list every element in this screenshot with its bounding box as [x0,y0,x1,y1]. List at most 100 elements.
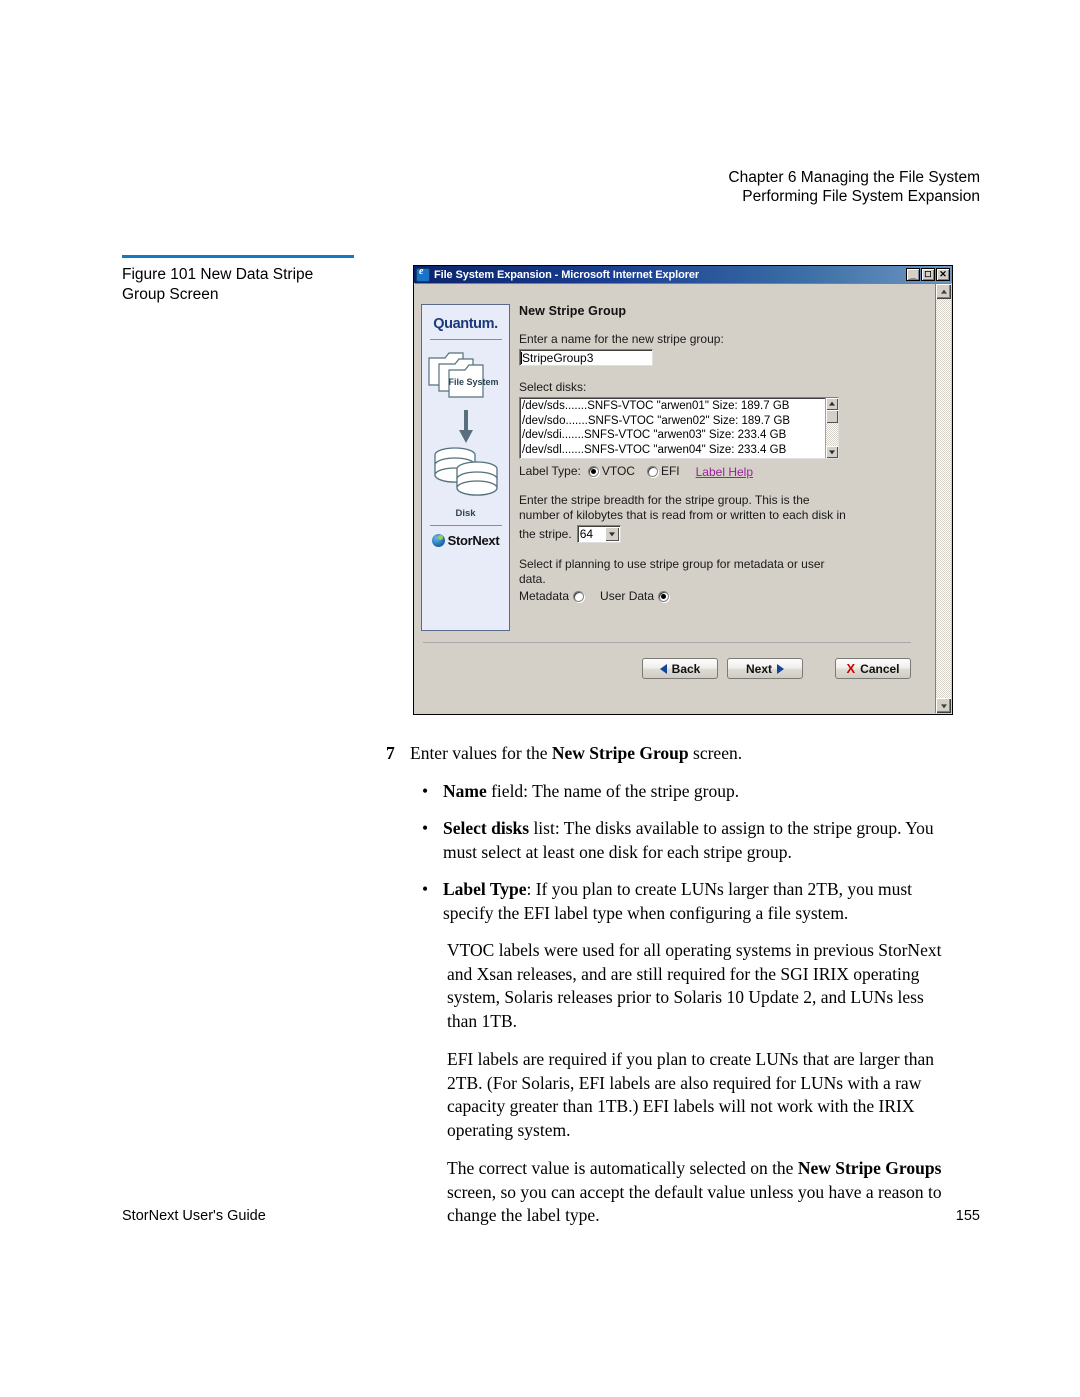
internet-explorer-icon [416,266,430,282]
bullet-bold: Label Type [443,879,527,899]
scroll-up-arrow-icon[interactable] [826,398,838,410]
bullet-dot-icon: • [422,879,429,899]
label-type-efi-radio[interactable] [646,466,658,477]
next-arrow-icon [777,663,784,674]
bullet-dot-icon: • [422,818,429,838]
window-client-area: Quantum. File System Disk StorNext New S… [415,283,951,713]
cancel-button[interactable]: X Cancel [835,658,911,679]
breadth-description-line-2: number of kilobytes that is read from or… [519,508,846,522]
window-titlebar[interactable]: File System Expansion - Microsoft Intern… [414,266,952,283]
stripe-group-form: New Stripe Group Enter a name for the ne… [519,304,927,604]
stornext-logo: StorNext [431,533,500,548]
minimize-button[interactable]: _ [906,268,920,281]
quantum-logo: Quantum. [433,316,498,332]
bullet-item: • Select disks list: The disks available… [422,817,956,864]
bullet-item: • Label Type: If you plan to create LUNs… [422,878,956,925]
paragraph-3-bold: New Stripe Groups [797,1158,942,1178]
stripe-group-name-value: StripeGroup3 [522,351,594,365]
step-text-bold: New Stripe Group [551,743,689,763]
dialog-button-row: Back Next X Cancel [415,658,911,679]
metadata-radio[interactable] [573,591,585,602]
down-arrow-icon [458,410,473,444]
bullet-item: • Name field: The name of the stripe gro… [422,780,956,804]
globe-icon [431,534,445,547]
paragraph-efi: EFI labels are required if you plan to c… [447,1049,935,1140]
list-item[interactable]: /dev/sdi.......SNFS-VTOC "arwen03" Size:… [522,428,825,443]
footer-guide-title: StorNext User's Guide [122,1208,266,1224]
step-7: 7 Enter values for the New Stripe Group … [386,742,956,766]
figure-caption-line-2: Group Screen [122,286,219,303]
paragraph-3-a: The correct value is automatically selec… [447,1158,798,1178]
figure-rule [122,255,354,258]
disk-icon [429,445,503,507]
user-data-radio[interactable] [658,591,670,602]
label-type-vtoc-label: VTOC [601,464,635,478]
step-text-c: screen. [688,743,743,763]
web-page-content: Quantum. File System Disk StorNext New S… [415,284,935,713]
paragraph-vtoc: VTOC labels were used for all operating … [447,940,942,1031]
breadth-row: the stripe. 64 [519,525,927,543]
breadth-description-line-3: the stripe. [519,526,572,541]
minimize-icon: _ [910,270,916,280]
stripe-breadth-select[interactable]: 64 [576,525,621,543]
metadata-label: Metadata [519,589,570,603]
next-button[interactable]: Next [727,658,803,679]
bullet-bold: Name [443,780,487,801]
sidebar-divider-bottom [429,525,502,526]
scrollbar-thumb[interactable] [826,410,838,423]
internet-explorer-window: File System Expansion - Microsoft Intern… [413,265,953,715]
bullet-bold: Select disks [443,818,530,838]
usage-description-line-1: Select if planning to use stripe group f… [519,557,825,571]
label-type-efi-label: EFI [660,464,680,478]
dialog-heading: New Stripe Group [519,304,627,318]
figure-caption: Figure 101 New Data Stripe Group Screen [122,255,354,305]
bullet-rest: field: The name of the stripe group. [486,780,740,801]
disk-label: Disk [455,508,476,519]
disk-list-scrollbar[interactable] [825,398,838,458]
step-number: 7 [386,743,395,763]
stripe-group-name-input[interactable]: StripeGroup3 [519,349,653,366]
stornext-label: StorNext [447,533,500,548]
text-caret [521,352,522,364]
select-disks-label: Select disks: [519,380,587,394]
bullet-list: • Name field: The name of the stripe gro… [422,780,956,926]
breadth-description-line-1: Enter the stripe breadth for the stripe … [519,493,810,507]
step-text-a: Enter values for the [410,743,552,763]
disk-svg [433,447,498,496]
list-item[interactable]: /dev/sdl.......SNFS-VTOC "arwen04" Size:… [522,443,825,458]
disk-listbox[interactable]: /dev/sds.......SNFS-VTOC "arwen01" Size:… [519,397,839,459]
page-header-chapter: Chapter 6 Managing the File System [728,169,980,186]
window-title: File System Expansion - Microsoft Intern… [434,268,700,281]
label-help-link[interactable]: Label Help [696,465,753,479]
close-icon: ✕ [939,269,947,279]
page-header-section: Performing File System Expansion [742,188,980,205]
label-type-label: Label Type: [519,464,581,478]
stripe-breadth-value: 64 [579,527,594,541]
list-item[interactable]: /dev/sds.......SNFS-VTOC "arwen01" Size:… [522,399,825,414]
chevron-down-icon[interactable] [604,527,619,541]
step-text: Enter values for the New Stripe Group sc… [410,742,742,766]
name-prompt-label: Enter a name for the new stripe group: [519,332,724,346]
maximize-icon: ☐ [924,270,932,279]
sidebar-divider-top [429,339,502,340]
list-item[interactable]: /dev/sdo.......SNFS-VTOC "arwen02" Size:… [522,414,825,429]
label-type-vtoc-radio[interactable] [587,466,599,477]
disk-list-items: /dev/sds.......SNFS-VTOC "arwen01" Size:… [520,398,825,458]
usage-radio-row: Metadata User Data [519,589,927,604]
page-header: Chapter 6 Managing the File System Perfo… [728,168,980,206]
close-button[interactable]: ✕ [936,268,950,281]
window-scroll-up-icon[interactable] [936,284,951,299]
window-scroll-down-icon[interactable] [936,698,951,713]
branding-sidebar: Quantum. File System Disk StorNext [421,304,510,631]
window-scrollbar[interactable] [935,284,951,713]
usage-description-line-2: data. [519,572,546,586]
instruction-body: 7 Enter values for the New Stripe Group … [386,742,956,1243]
maximize-button[interactable]: ☐ [921,268,935,281]
back-arrow-icon [659,663,667,674]
back-button[interactable]: Back [642,658,718,679]
scroll-down-arrow-icon[interactable] [826,446,838,458]
figure-caption-line-1: Figure 101 New Data Stripe [122,266,314,283]
window-controls: _ ☐ ✕ [906,268,950,281]
button-separator [423,642,911,643]
label-type-row: Label Type: VTOC EFI Label Help [519,464,927,479]
